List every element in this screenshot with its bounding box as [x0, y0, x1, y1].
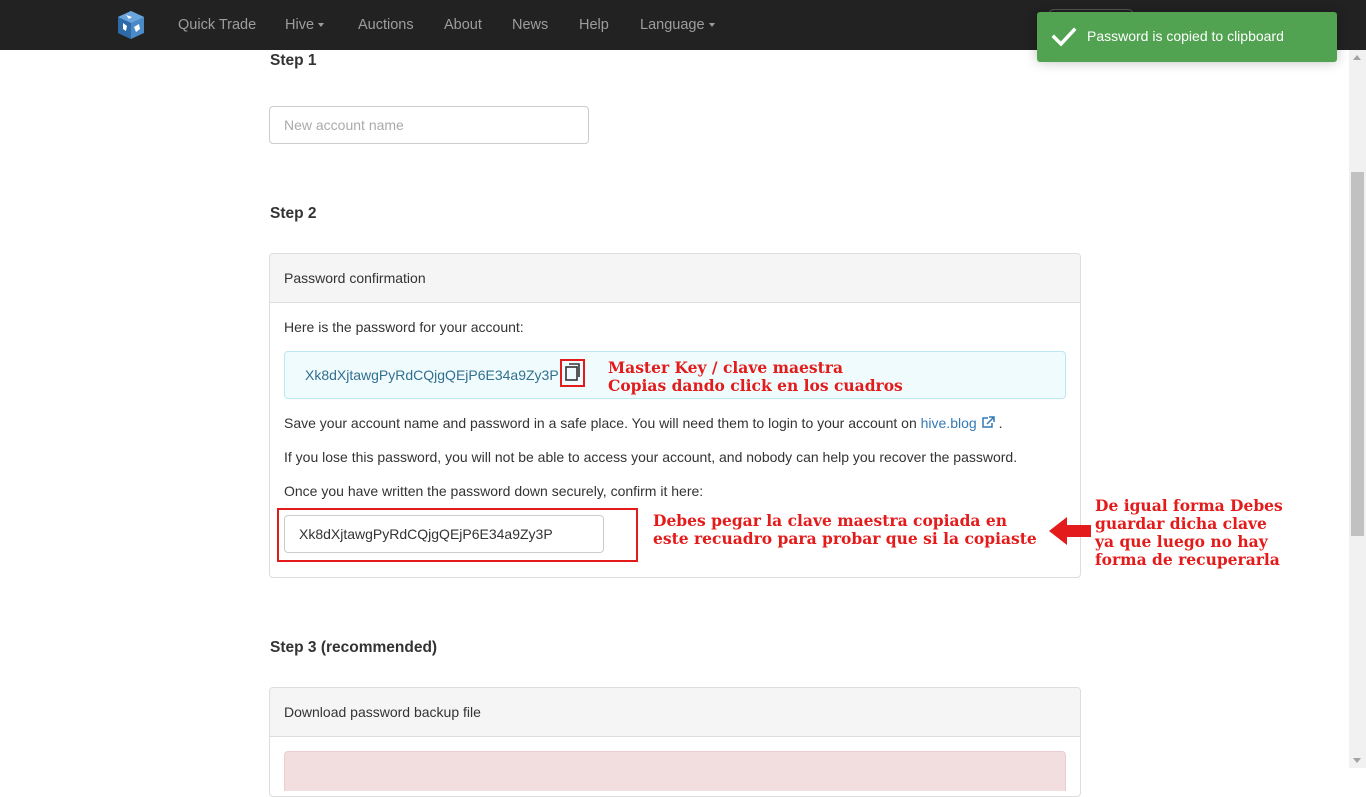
annotation-arrow-left-icon: [1049, 517, 1091, 545]
password-intro-text: Here is the password for your account:: [284, 319, 524, 335]
nav-hive-dropdown[interactable]: Hive: [285, 0, 325, 50]
annotation-paste-instruction: Debes pegar la clave maestra copiada en …: [653, 511, 1037, 548]
caret-down-icon: [708, 23, 715, 28]
annotation-copy-highlight: [560, 359, 585, 387]
external-link-icon: [981, 416, 995, 428]
step1-title: Step 1: [270, 52, 317, 69]
scrollbar-thumb[interactable]: [1351, 172, 1364, 536]
nav-quick-trade[interactable]: Quick Trade: [178, 0, 256, 50]
download-backup-panel: Download password backup file: [269, 687, 1081, 797]
caret-down-icon: [318, 23, 325, 28]
step3-title: Step 3 (recommended): [270, 639, 438, 656]
backup-alert-box: [284, 751, 1066, 791]
checkmark-icon: [1051, 27, 1077, 47]
nav-help[interactable]: Help: [579, 0, 609, 50]
annotation-confirm-highlight: [277, 508, 638, 562]
new-account-name-input[interactable]: [269, 106, 589, 144]
hive-logo-icon[interactable]: [116, 10, 146, 40]
panel-heading: Password confirmation: [270, 254, 1080, 303]
clipboard-toast[interactable]: Password is copied to clipboard: [1037, 12, 1337, 62]
scroll-down-arrow-icon[interactable]: [1353, 758, 1361, 763]
panel-heading: Download password backup file: [270, 688, 1080, 737]
nav-language-dropdown[interactable]: Language: [640, 0, 715, 50]
nav-news[interactable]: News: [512, 0, 548, 50]
nav-about[interactable]: About: [444, 0, 482, 50]
annotation-master-key: Master Key / clave maestra Copias dando …: [608, 358, 903, 395]
panel-heading-title: Download password backup file: [284, 704, 481, 720]
panel-heading-title: Password confirmation: [284, 270, 426, 286]
generated-password: Xk8dXjtawgPyRdCQjgQEjP6E34a9Zy3P: [305, 367, 559, 383]
lose-password-warning: If you lose this password, you will not …: [284, 449, 1018, 465]
confirm-prompt-text: Once you have written the password down …: [284, 483, 704, 499]
toast-message: Password is copied to clipboard: [1087, 28, 1284, 44]
save-note-text: Save your account name and password in a…: [284, 415, 1003, 431]
nav-auctions[interactable]: Auctions: [358, 0, 414, 50]
step2-title: Step 2: [270, 205, 317, 222]
page-scrollbar[interactable]: [1349, 50, 1366, 768]
annotation-save-warning: De igual forma Debes guardar dicha clave…: [1095, 496, 1283, 569]
scroll-up-arrow-icon[interactable]: [1353, 55, 1361, 60]
hive-blog-link[interactable]: hive.blog: [921, 415, 977, 431]
